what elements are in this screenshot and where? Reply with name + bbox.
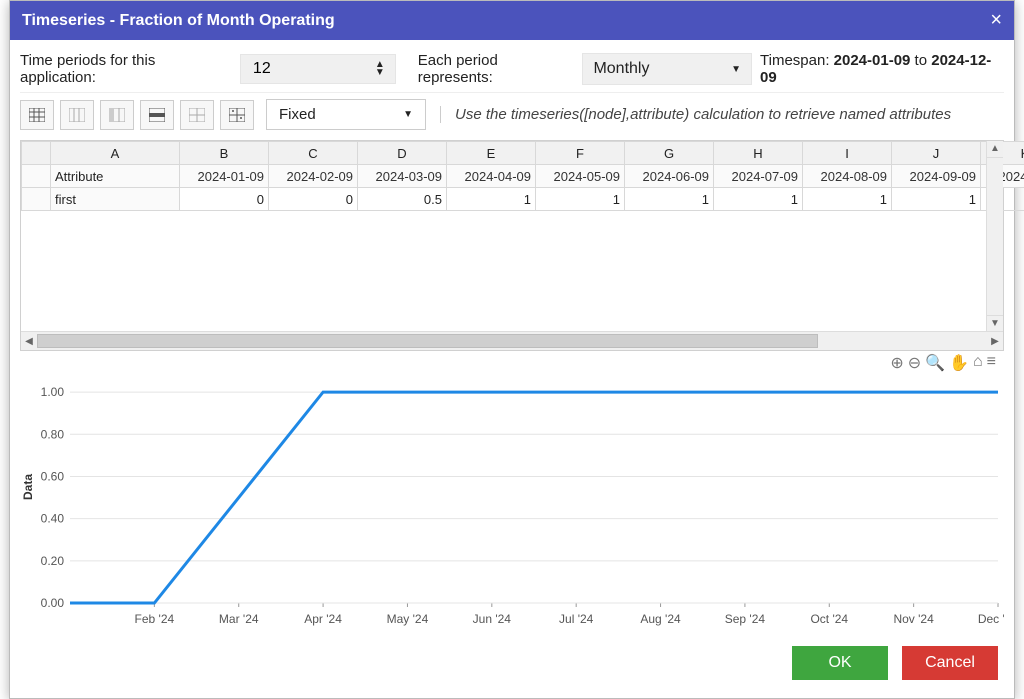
cancel-button[interactable]: Cancel — [902, 646, 998, 680]
svg-text:1.00: 1.00 — [41, 385, 65, 399]
time-periods-label: Time periods for this application: — [20, 52, 232, 86]
chevron-down-icon: ▼ — [403, 109, 413, 120]
scroll-down-icon[interactable]: ▼ — [987, 315, 1003, 332]
pan-icon[interactable]: ✋ — [949, 353, 969, 373]
svg-text:Dec '24: Dec '24 — [978, 612, 1004, 626]
chevron-down-icon: ▼ — [731, 64, 741, 75]
menu-icon[interactable]: ≡ — [987, 353, 996, 373]
spinner-down-icon[interactable]: ▼ — [375, 69, 385, 77]
period-unit-select[interactable]: Monthly ▼ — [582, 53, 752, 85]
svg-text:0.20: 0.20 — [41, 554, 65, 568]
grid-tool-5[interactable] — [180, 100, 214, 130]
hint-text: Use the timeseries([node],attribute) cal… — [440, 106, 951, 123]
dialog-title: Timeseries - Fraction of Month Operating — [22, 12, 335, 30]
svg-text:Feb '24: Feb '24 — [135, 612, 175, 626]
line-chart: 0.00 0.20 0.40 0.60 0.80 1.00 Feb '24 Mar '24 Ap… — [20, 355, 1004, 633]
mode-select[interactable]: Fixed ▼ — [266, 99, 426, 130]
zoom-out-icon[interactable]: ⊖ — [908, 353, 921, 373]
each-period-label: Each period represents: — [418, 52, 575, 86]
titlebar: Timeseries - Fraction of Month Operating… — [10, 1, 1014, 40]
svg-text:0.40: 0.40 — [41, 512, 65, 526]
grid-tool-3[interactable] — [100, 100, 134, 130]
timeseries-dialog: Timeseries - Fraction of Month Operating… — [9, 0, 1015, 699]
svg-text:Jun '24: Jun '24 — [473, 612, 512, 626]
periods-input[interactable] — [251, 59, 345, 79]
scroll-right-icon[interactable]: ▶ — [987, 336, 1003, 347]
home-icon[interactable]: ⌂ — [973, 353, 983, 373]
mode-value: Fixed — [279, 106, 316, 123]
svg-text:Aug '24: Aug '24 — [640, 612, 681, 626]
grid-vscroll[interactable]: ▲ ▼ — [986, 141, 1003, 332]
data-grid[interactable]: ABCDEFGHIJKAttribute2024-01-092024-02-09… — [20, 140, 1004, 351]
svg-text:Oct '24: Oct '24 — [810, 612, 848, 626]
svg-text:0.80: 0.80 — [41, 427, 65, 441]
svg-text:Apr '24: Apr '24 — [304, 612, 342, 626]
config-row: Time periods for this application: ▲ ▼ E… — [20, 46, 1004, 92]
svg-text:Nov '24: Nov '24 — [893, 612, 934, 626]
grid-hscroll[interactable]: ◀ ▶ — [21, 331, 1003, 350]
hscroll-thumb[interactable] — [37, 334, 818, 348]
grid-tool-1[interactable] — [20, 100, 54, 130]
zoom-select-icon[interactable]: 🔍 — [925, 353, 945, 373]
grid-tool-6[interactable] — [220, 100, 254, 130]
svg-text:0.60: 0.60 — [41, 469, 65, 483]
toolbar-row: Fixed ▼ Use the timeseries([node],attrib… — [20, 92, 1004, 136]
timespan-text: Timespan: 2024-01-09 to 2024-12-09 — [760, 52, 1004, 86]
dialog-buttons: OK Cancel — [20, 636, 1004, 692]
svg-text:Data: Data — [21, 474, 35, 500]
chart-toolbar: ⊕ ⊖ 🔍 ✋ ⌂ ≡ — [890, 353, 996, 373]
timespan-from: 2024-01-09 — [834, 52, 911, 69]
scroll-up-icon[interactable]: ▲ — [987, 141, 1003, 158]
period-unit-value: Monthly — [593, 60, 649, 78]
close-icon[interactable]: × — [990, 9, 1002, 32]
chart-area: ⊕ ⊖ 🔍 ✋ ⌂ ≡ 0.00 0.20 0.40 0.60 0.80 1.00 Feb … — [20, 351, 1004, 636]
svg-text:May '24: May '24 — [387, 612, 429, 626]
scroll-left-icon[interactable]: ◀ — [21, 336, 37, 347]
svg-text:Sep '24: Sep '24 — [725, 612, 766, 626]
zoom-in-icon[interactable]: ⊕ — [890, 353, 903, 373]
svg-text:Jul '24: Jul '24 — [559, 612, 594, 626]
ok-button[interactable]: OK — [792, 646, 888, 680]
grid-tool-2[interactable] — [60, 100, 94, 130]
svg-text:Mar '24: Mar '24 — [219, 612, 259, 626]
periods-stepper[interactable]: ▲ ▼ — [240, 54, 396, 84]
grid-tool-4[interactable] — [140, 100, 174, 130]
periods-spinner[interactable]: ▲ ▼ — [375, 61, 385, 77]
svg-text:0.00: 0.00 — [41, 596, 65, 610]
